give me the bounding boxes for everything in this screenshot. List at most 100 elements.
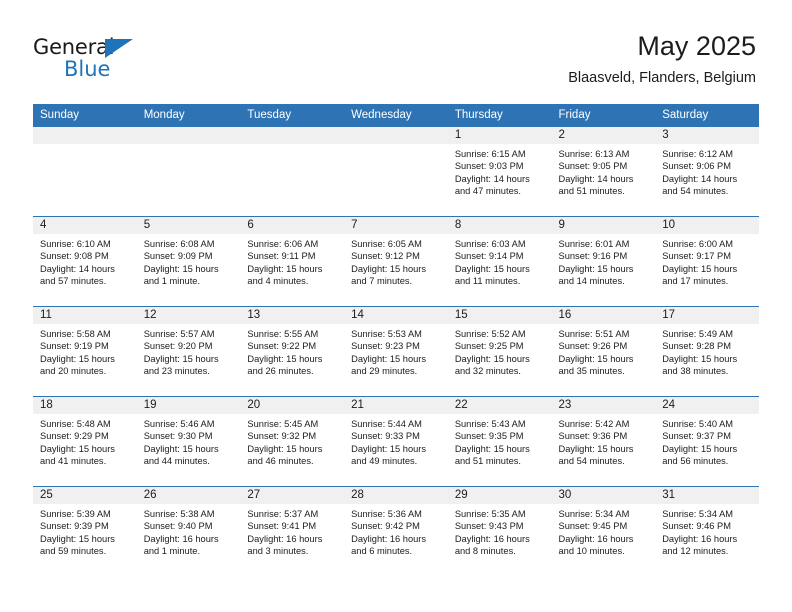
day-cell-content: 12 Sunrise: 5:57 AM Sunset: 9:20 PM Dayli…: [136, 307, 241, 395]
day-sun-info: Sunrise: 5:40 AM Sunset: 9:37 PM Dayligh…: [662, 419, 738, 467]
day-cell-content: 21 Sunrise: 5:44 AM Sunset: 9:33 PM Dayli…: [344, 397, 448, 485]
day-number: 1: [447, 127, 552, 144]
calendar-day-cell[interactable]: 12 Sunrise: 5:57 AM Sunset: 9:20 PM Dayli…: [136, 306, 241, 397]
calendar-day-cell[interactable]: 25 Sunrise: 5:39 AM Sunset: 9:39 PM Dayli…: [33, 486, 137, 577]
calendar-day-cell[interactable]: 2 Sunrise: 6:13 AM Sunset: 9:05 PM Daylig…: [551, 126, 656, 217]
logo-text-blue: Blue: [64, 57, 111, 81]
day-cell-content: 3 Sunrise: 6:12 AM Sunset: 9:06 PM Daylig…: [655, 127, 759, 215]
calendar-day-cell[interactable]: 3 Sunrise: 6:12 AM Sunset: 9:06 PM Daylig…: [655, 126, 759, 217]
day-number: [240, 127, 345, 144]
day-sun-info: Sunrise: 6:06 AM Sunset: 9:11 PM Dayligh…: [247, 239, 323, 287]
sunrise-sunset-calendar: Sunday Monday Tuesday Wednesday Thursday…: [33, 104, 759, 577]
calendar-day-cell[interactable]: 4 Sunrise: 6:10 AM Sunset: 9:08 PM Daylig…: [33, 216, 137, 307]
calendar-day-cell[interactable]: 6 Sunrise: 6:06 AM Sunset: 9:11 PM Daylig…: [240, 216, 345, 307]
day-sun-info: Sunrise: 5:49 AM Sunset: 9:28 PM Dayligh…: [662, 329, 738, 377]
day-sun-info: Sunrise: 6:13 AM Sunset: 9:05 PM Dayligh…: [558, 149, 634, 197]
calendar-day-cell[interactable]: 17 Sunrise: 5:49 AM Sunset: 9:28 PM Dayli…: [655, 306, 759, 397]
day-cell-content: 31 Sunrise: 5:34 AM Sunset: 9:46 PM Dayli…: [655, 487, 759, 575]
day-number: 4: [33, 217, 137, 234]
calendar-day-cell[interactable]: 1 Sunrise: 6:15 AM Sunset: 9:03 PM Daylig…: [447, 126, 552, 217]
calendar-day-cell[interactable]: 10 Sunrise: 6:00 AM Sunset: 9:17 PM Dayli…: [655, 216, 759, 307]
calendar-day-cell: [33, 126, 137, 217]
day-number: 19: [136, 397, 241, 414]
day-number: 24: [655, 397, 759, 414]
day-cell-content: [240, 127, 345, 215]
logo-text-general: General: [33, 35, 115, 59]
weekday-header-sunday: Sunday: [33, 104, 137, 127]
calendar-day-cell: [136, 126, 241, 217]
day-cell-content: 9 Sunrise: 6:01 AM Sunset: 9:16 PM Daylig…: [551, 217, 656, 305]
day-number: 17: [655, 307, 759, 324]
day-number: 7: [344, 217, 448, 234]
calendar-day-cell[interactable]: 13 Sunrise: 5:55 AM Sunset: 9:22 PM Dayli…: [240, 306, 345, 397]
calendar-day-cell[interactable]: 7 Sunrise: 6:05 AM Sunset: 9:12 PM Daylig…: [344, 216, 448, 307]
day-sun-info: Sunrise: 5:34 AM Sunset: 9:46 PM Dayligh…: [662, 509, 738, 557]
day-number: 5: [136, 217, 241, 234]
day-sun-info: Sunrise: 6:03 AM Sunset: 9:14 PM Dayligh…: [454, 239, 530, 287]
calendar-day-cell[interactable]: 20 Sunrise: 5:45 AM Sunset: 9:32 PM Dayli…: [240, 396, 345, 487]
day-sun-info: Sunrise: 5:36 AM Sunset: 9:42 PM Dayligh…: [351, 509, 427, 557]
calendar-day-cell[interactable]: 28 Sunrise: 5:36 AM Sunset: 9:42 PM Dayli…: [344, 486, 448, 577]
title-block: May 2025 Blaasveld, Flanders, Belgium: [568, 32, 756, 87]
day-number: 9: [551, 217, 656, 234]
day-number: 29: [447, 487, 552, 504]
calendar-week-row: 4 Sunrise: 6:10 AM Sunset: 9:08 PM Daylig…: [33, 216, 759, 307]
calendar-day-cell[interactable]: 5 Sunrise: 6:08 AM Sunset: 9:09 PM Daylig…: [136, 216, 241, 307]
calendar-week-row: 18 Sunrise: 5:48 AM Sunset: 9:29 PM Dayli…: [33, 396, 759, 487]
calendar-day-cell[interactable]: 26 Sunrise: 5:38 AM Sunset: 9:40 PM Dayli…: [136, 486, 241, 577]
day-sun-info: Sunrise: 5:48 AM Sunset: 9:29 PM Dayligh…: [40, 419, 115, 467]
calendar-day-cell[interactable]: 27 Sunrise: 5:37 AM Sunset: 9:41 PM Dayli…: [240, 486, 345, 577]
calendar-day-cell[interactable]: 18 Sunrise: 5:48 AM Sunset: 9:29 PM Dayli…: [33, 396, 137, 487]
calendar-day-cell[interactable]: 29 Sunrise: 5:35 AM Sunset: 9:43 PM Dayli…: [447, 486, 552, 577]
calendar-day-cell[interactable]: 8 Sunrise: 6:03 AM Sunset: 9:14 PM Daylig…: [447, 216, 552, 307]
day-cell-content: 27 Sunrise: 5:37 AM Sunset: 9:41 PM Dayli…: [240, 487, 345, 575]
weekday-header-monday: Monday: [136, 104, 241, 127]
calendar-week-row: 25 Sunrise: 5:39 AM Sunset: 9:39 PM Dayli…: [33, 486, 759, 577]
weekday-header-row: Sunday Monday Tuesday Wednesday Thursday…: [33, 104, 759, 127]
day-number: 28: [344, 487, 448, 504]
day-cell-content: 16 Sunrise: 5:51 AM Sunset: 9:26 PM Dayli…: [551, 307, 656, 395]
day-number: 8: [447, 217, 552, 234]
day-cell-content: 20 Sunrise: 5:45 AM Sunset: 9:32 PM Dayli…: [240, 397, 345, 485]
calendar-week-row: 1 Sunrise: 6:15 AM Sunset: 9:03 PM Daylig…: [33, 126, 759, 217]
calendar-week-row: 11 Sunrise: 5:58 AM Sunset: 9:19 PM Dayli…: [33, 306, 759, 397]
calendar-day-cell[interactable]: 23 Sunrise: 5:42 AM Sunset: 9:36 PM Dayli…: [551, 396, 656, 487]
day-cell-content: 25 Sunrise: 5:39 AM Sunset: 9:39 PM Dayli…: [33, 487, 137, 575]
day-cell-content: [344, 127, 448, 215]
calendar-day-cell[interactable]: 14 Sunrise: 5:53 AM Sunset: 9:23 PM Dayli…: [344, 306, 448, 397]
general-blue-logo[interactable]: General Blue: [33, 37, 153, 85]
day-sun-info: Sunrise: 5:39 AM Sunset: 9:39 PM Dayligh…: [40, 509, 115, 557]
day-number: 21: [344, 397, 448, 414]
calendar-day-cell[interactable]: 22 Sunrise: 5:43 AM Sunset: 9:35 PM Dayli…: [447, 396, 552, 487]
calendar-day-cell[interactable]: 21 Sunrise: 5:44 AM Sunset: 9:33 PM Dayli…: [344, 396, 448, 487]
day-sun-info: Sunrise: 6:08 AM Sunset: 9:09 PM Dayligh…: [143, 239, 219, 287]
day-sun-info: Sunrise: 5:42 AM Sunset: 9:36 PM Dayligh…: [558, 419, 634, 467]
day-cell-content: 18 Sunrise: 5:48 AM Sunset: 9:29 PM Dayli…: [33, 397, 137, 485]
day-cell-content: 14 Sunrise: 5:53 AM Sunset: 9:23 PM Dayli…: [344, 307, 448, 395]
day-number: 2: [551, 127, 656, 144]
calendar-day-cell[interactable]: 11 Sunrise: 5:58 AM Sunset: 9:19 PM Dayli…: [33, 306, 137, 397]
day-cell-content: 17 Sunrise: 5:49 AM Sunset: 9:28 PM Dayli…: [655, 307, 759, 395]
day-number: [344, 127, 448, 144]
day-cell-content: 8 Sunrise: 6:03 AM Sunset: 9:14 PM Daylig…: [447, 217, 552, 305]
day-sun-info: Sunrise: 6:15 AM Sunset: 9:03 PM Dayligh…: [454, 149, 530, 197]
calendar-day-cell[interactable]: 24 Sunrise: 5:40 AM Sunset: 9:37 PM Dayli…: [655, 396, 759, 487]
day-number: 6: [240, 217, 345, 234]
weekday-header-friday: Friday: [551, 104, 656, 127]
day-sun-info: Sunrise: 5:44 AM Sunset: 9:33 PM Dayligh…: [351, 419, 427, 467]
calendar-day-cell[interactable]: 31 Sunrise: 5:34 AM Sunset: 9:46 PM Dayli…: [655, 486, 759, 577]
day-sun-info: Sunrise: 5:53 AM Sunset: 9:23 PM Dayligh…: [351, 329, 427, 377]
day-cell-content: 4 Sunrise: 6:10 AM Sunset: 9:08 PM Daylig…: [33, 217, 137, 305]
calendar-day-cell[interactable]: 16 Sunrise: 5:51 AM Sunset: 9:26 PM Dayli…: [551, 306, 656, 397]
weekday-header-thursday: Thursday: [447, 104, 552, 127]
day-cell-content: 15 Sunrise: 5:52 AM Sunset: 9:25 PM Dayli…: [447, 307, 552, 395]
calendar-day-cell: [344, 126, 448, 217]
calendar-page: General Blue May 2025 Blaasveld, Flander…: [0, 0, 792, 612]
calendar-day-cell[interactable]: 15 Sunrise: 5:52 AM Sunset: 9:25 PM Dayli…: [447, 306, 552, 397]
day-number: 20: [240, 397, 345, 414]
calendar-day-cell[interactable]: 19 Sunrise: 5:46 AM Sunset: 9:30 PM Dayli…: [136, 396, 241, 487]
day-number: [136, 127, 241, 144]
calendar-day-cell[interactable]: 30 Sunrise: 5:34 AM Sunset: 9:45 PM Dayli…: [551, 486, 656, 577]
calendar-day-cell[interactable]: 9 Sunrise: 6:01 AM Sunset: 9:16 PM Daylig…: [551, 216, 656, 307]
day-number: 3: [655, 127, 759, 144]
